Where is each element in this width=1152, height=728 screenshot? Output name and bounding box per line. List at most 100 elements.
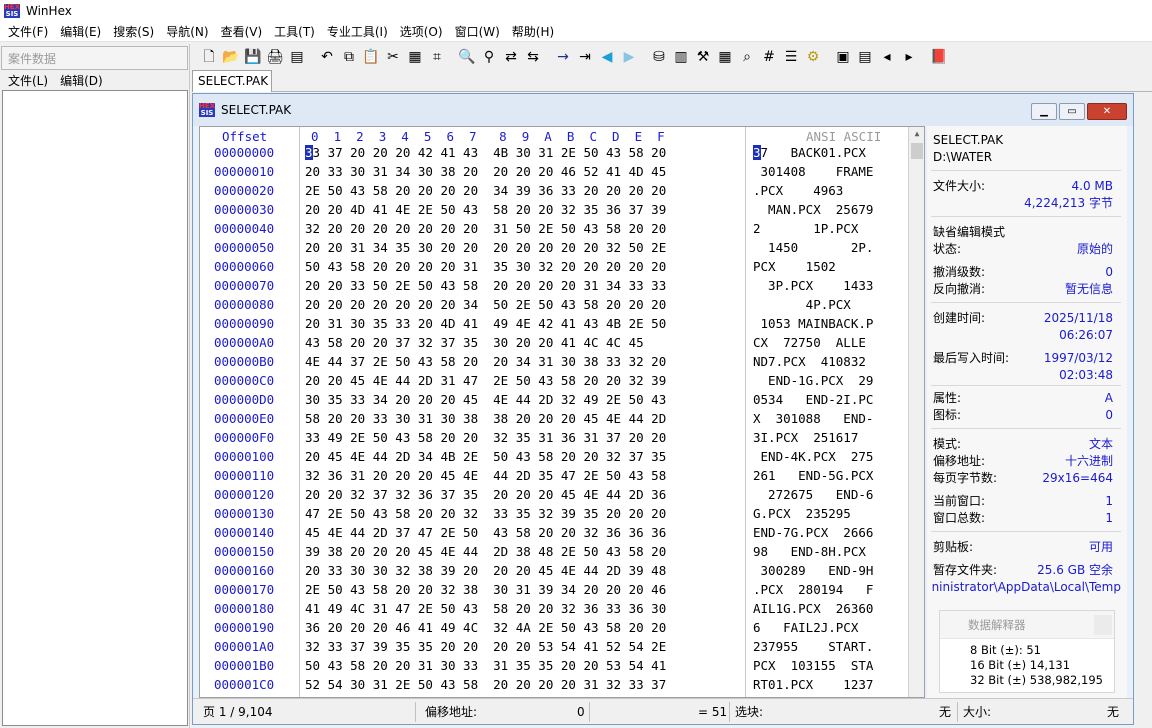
row-ascii[interactable]: 37 BACK01.PCX (753, 143, 873, 162)
menu-item[interactable]: 搜索(S) (107, 22, 160, 42)
hex-row[interactable]: 00000160 20 33 30 30 32 38 39 20 20 20 45… (200, 561, 924, 580)
tools-icon[interactable]: ⚒ (692, 46, 714, 68)
menu-item[interactable]: 窗口(W) (449, 22, 506, 42)
book-icon[interactable]: 📕 (928, 46, 950, 68)
cut-icon[interactable]: ✂ (382, 46, 404, 68)
hex-row[interactable]: 00000040 32 20 20 20 20 20 20 20 31 50 2E… (200, 219, 924, 238)
hex-row[interactable]: 00000050 20 20 31 34 35 30 20 20 20 20 20… (200, 238, 924, 257)
hex-row[interactable]: 00000140 45 4E 44 2D 37 47 2E 50 43 58 20… (200, 523, 924, 542)
paste-special-icon[interactable]: ▦ (404, 46, 426, 68)
hex-row[interactable]: 00000020 2E 50 43 58 20 20 20 20 34 39 36… (200, 181, 924, 200)
row-bytes[interactable]: 33 49 2E 50 43 58 20 20 32 35 31 36 31 3… (305, 428, 666, 447)
hex-row[interactable]: 00000080 20 20 20 20 20 20 20 34 50 2E 50… (200, 295, 924, 314)
hex-row[interactable]: 00000170 2E 50 43 58 20 20 32 38 30 31 39… (200, 580, 924, 599)
menu-item[interactable]: 导航(N) (160, 22, 214, 42)
menu-item[interactable]: 工具(T) (268, 22, 321, 42)
hex-row[interactable]: 000001B0 50 43 58 20 20 31 30 33 31 35 35… (200, 656, 924, 675)
row-ascii[interactable]: CX 72750 ALLE (753, 333, 866, 352)
row-bytes[interactable]: 20 33 30 30 32 38 39 20 20 20 45 4E 44 2… (305, 561, 666, 580)
hex-row[interactable]: 00000190 36 20 20 20 46 41 49 4C 32 4A 2E… (200, 618, 924, 637)
row-ascii[interactable]: END-1G.PCX 29 (753, 371, 873, 390)
row-ascii[interactable]: 1053 MAINBACK.P (753, 314, 874, 333)
hex-row[interactable]: 00000180 41 49 4C 31 47 2E 50 43 58 20 20… (200, 599, 924, 618)
menu-item[interactable]: 专业工具(I) (321, 22, 394, 42)
row-bytes[interactable]: 20 20 32 37 32 36 37 35 20 20 20 45 4E 4… (305, 485, 666, 504)
layout-icon[interactable]: ▤ (854, 46, 876, 68)
row-ascii[interactable]: G.PCX 235295 (753, 504, 873, 523)
row-ascii[interactable]: 4P.PCX (753, 295, 873, 314)
hex-row[interactable]: 00000090 20 31 30 35 33 20 4D 41 49 4E 42… (200, 314, 924, 333)
hex-row[interactable]: 000000B0 4E 44 37 2E 50 43 58 20 20 34 31… (200, 352, 924, 371)
paste-icon[interactable]: 📋 (360, 46, 382, 68)
properties-icon[interactable]: ▤ (286, 46, 308, 68)
hash-icon[interactable]: # (758, 46, 780, 68)
row-ascii[interactable]: 261 END-5G.PCX (753, 466, 873, 485)
hex-row[interactable]: 000001C0 52 54 30 31 2E 50 43 58 20 20 20… (200, 675, 924, 694)
row-bytes[interactable]: 20 20 45 4E 44 2D 31 47 2E 50 43 58 20 2… (305, 371, 666, 390)
copy-icon[interactable]: ⧉ (338, 46, 360, 68)
row-bytes[interactable]: 50 43 58 20 20 20 20 31 35 30 32 20 20 2… (305, 257, 666, 276)
ram-icon[interactable]: ▥ (670, 46, 692, 68)
next-icon[interactable]: ▸ (898, 46, 920, 68)
data-interpreter-close-button[interactable] (1094, 615, 1112, 635)
hex-write-icon[interactable]: ⌗ (426, 46, 448, 68)
close-button[interactable]: ✕ (1087, 103, 1127, 120)
row-bytes[interactable]: 50 43 58 20 20 31 30 33 31 35 35 20 20 5… (305, 656, 666, 675)
row-bytes[interactable]: 39 38 20 20 20 45 4E 44 2D 38 48 2E 50 4… (305, 542, 666, 561)
row-bytes[interactable]: 20 20 4D 41 4E 2E 50 43 58 20 20 32 35 3… (305, 200, 666, 219)
row-ascii[interactable]: ND7.PCX 410832 (753, 352, 873, 371)
hex-row[interactable]: 00000000 33 37 20 20 20 42 41 43 4B 30 31… (200, 143, 924, 162)
row-ascii[interactable]: 237955 START. (753, 637, 873, 656)
row-bytes[interactable]: 2E 50 43 58 20 20 20 20 34 39 36 33 20 2… (305, 181, 666, 200)
row-bytes[interactable]: 32 20 20 20 20 20 20 20 31 50 2E 50 43 5… (305, 219, 666, 238)
hex-row[interactable]: 000000D0 30 35 33 34 20 20 20 45 4E 44 2D… (200, 390, 924, 409)
hex-row[interactable]: 00000130 47 2E 50 43 58 20 20 32 33 35 32… (200, 504, 924, 523)
new-file-icon[interactable]: 🗋 (198, 46, 220, 68)
row-ascii[interactable]: PCX 1502 (753, 257, 873, 276)
hex-row[interactable]: 000000F0 33 49 2E 50 43 58 20 20 32 35 31… (200, 428, 924, 447)
hex-row[interactable]: 000000A0 43 58 20 20 37 32 37 35 30 20 20… (200, 333, 924, 352)
goto-block-icon[interactable]: ⇥ (574, 46, 596, 68)
gear-icon[interactable]: ⚙ (802, 46, 824, 68)
row-bytes[interactable]: 4E 44 37 2E 50 43 58 20 20 34 31 30 38 3… (305, 352, 666, 371)
row-bytes[interactable]: 36 20 20 20 46 41 49 4C 32 4A 2E 50 43 5… (305, 618, 666, 637)
disk-icon[interactable]: ⛁ (648, 46, 670, 68)
options-icon[interactable]: ☰ (780, 46, 802, 68)
row-bytes[interactable]: 32 36 31 20 20 20 45 4E 44 2D 35 47 2E 5… (305, 466, 666, 485)
hex-row[interactable]: 000001A0 32 33 37 39 35 35 20 20 20 20 53… (200, 637, 924, 656)
row-bytes[interactable]: 2E 50 43 58 20 20 32 38 30 31 39 34 20 2… (305, 580, 666, 599)
open-folder-icon[interactable]: 📂 (220, 46, 242, 68)
back-icon[interactable]: ◀ (596, 46, 618, 68)
hex-row[interactable]: 00000010 20 33 30 31 34 30 38 20 20 20 20… (200, 162, 924, 181)
menu-item[interactable]: 文件(F) (2, 22, 54, 42)
row-ascii[interactable]: 2 1P.PCX (753, 219, 873, 238)
menu-item[interactable]: 选项(O) (394, 22, 449, 42)
row-bytes[interactable]: 20 20 31 34 35 30 20 20 20 20 20 20 20 3… (305, 238, 666, 257)
hex-row[interactable]: 00000070 20 20 33 50 2E 50 43 58 20 20 20… (200, 276, 924, 295)
case-data-tree[interactable] (2, 90, 188, 726)
row-bytes[interactable]: 41 49 4C 31 47 2E 50 43 58 20 20 32 36 3… (305, 599, 666, 618)
row-bytes[interactable]: 58 20 20 33 30 31 30 38 38 20 20 20 45 4… (305, 409, 666, 428)
row-ascii[interactable]: AIL1G.PCX 26360 (753, 599, 873, 618)
row-ascii[interactable]: 272675 END-6 (753, 485, 873, 504)
row-bytes[interactable]: 45 4E 44 2D 37 47 2E 50 43 58 20 20 32 3… (305, 523, 666, 542)
case-data-menu-item[interactable]: 文件(L) (2, 72, 54, 89)
hex-row[interactable]: 00000100 20 45 4E 44 2D 34 4B 2E 50 43 58… (200, 447, 924, 466)
hex-row[interactable]: 00000060 50 43 58 20 20 20 20 31 35 30 32… (200, 257, 924, 276)
case-data-menu-item[interactable]: 编辑(D) (54, 72, 109, 89)
maximize-button[interactable]: ▭ (1059, 103, 1085, 120)
row-bytes[interactable]: 30 35 33 34 20 20 20 45 4E 44 2D 32 49 2… (305, 390, 666, 409)
row-ascii[interactable]: 1450 2P. (753, 238, 873, 257)
row-ascii[interactable]: 98 END-8H.PCX (753, 542, 873, 561)
print-icon[interactable]: 🖨 (264, 46, 286, 68)
row-ascii[interactable]: 0534 END-2I.PC (753, 390, 873, 409)
row-ascii[interactable]: 6 FAIL2J.PCX (753, 618, 873, 637)
replace-text-icon[interactable]: ⇄ (500, 46, 522, 68)
minimize-button[interactable]: ▁ (1031, 103, 1057, 120)
tab-select-pak[interactable]: SELECT.PAK (192, 70, 272, 92)
save-icon[interactable]: 💾 (242, 46, 264, 68)
row-ascii[interactable]: 300289 END-9H (753, 561, 874, 580)
hex-row[interactable]: 000000C0 20 20 45 4E 44 2D 31 47 2E 50 43… (200, 371, 924, 390)
find-hex-icon[interactable]: ⚲ (478, 46, 500, 68)
row-ascii[interactable]: 301408 FRAME (753, 162, 874, 181)
